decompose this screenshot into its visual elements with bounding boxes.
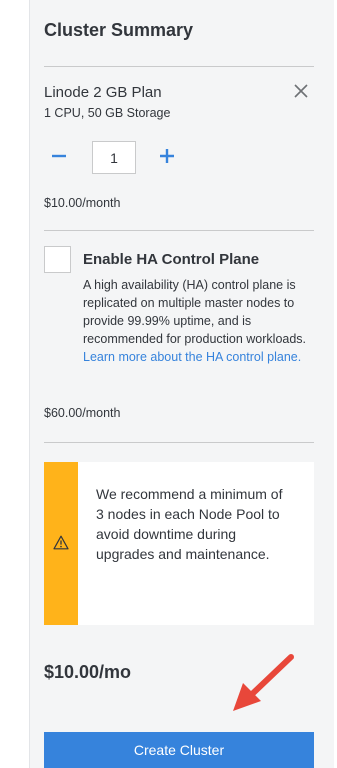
notice-text: We recommend a minimum of 3 nodes in eac… bbox=[96, 486, 283, 562]
ha-control-plane-checkbox[interactable] bbox=[44, 246, 71, 273]
plan-name: Linode 2 GB Plan bbox=[44, 84, 162, 101]
total-price: $10.00/mo bbox=[44, 662, 132, 682]
ha-description-text: A high availability (HA) control plane i… bbox=[83, 278, 307, 346]
learn-more-link[interactable]: Learn more about the HA control plane. bbox=[83, 350, 301, 364]
quantity-input[interactable] bbox=[92, 141, 136, 174]
warning-icon bbox=[53, 535, 69, 550]
panel-title: Cluster Summary bbox=[44, 20, 194, 40]
close-icon[interactable] bbox=[290, 80, 312, 102]
notice-accent-bar bbox=[44, 462, 78, 625]
divider bbox=[44, 230, 314, 231]
plus-icon[interactable] bbox=[156, 145, 178, 167]
minus-icon[interactable] bbox=[48, 145, 70, 167]
node-recommendation-notice: We recommend a minimum of 3 nodes in eac… bbox=[44, 462, 314, 625]
divider bbox=[44, 66, 314, 67]
ha-description: A high availability (HA) control plane i… bbox=[83, 276, 315, 366]
plan-specs: 1 CPU, 50 GB Storage bbox=[44, 106, 171, 120]
ha-title: Enable HA Control Plane bbox=[83, 251, 260, 268]
plan-price: $10.00/month bbox=[44, 196, 121, 210]
divider bbox=[44, 442, 314, 443]
ha-price: $60.00/month bbox=[44, 406, 121, 420]
create-cluster-button[interactable]: Create Cluster bbox=[44, 732, 314, 768]
cluster-summary-panel: Cluster Summary Linode 2 GB Plan 1 CPU, … bbox=[29, 0, 334, 768]
